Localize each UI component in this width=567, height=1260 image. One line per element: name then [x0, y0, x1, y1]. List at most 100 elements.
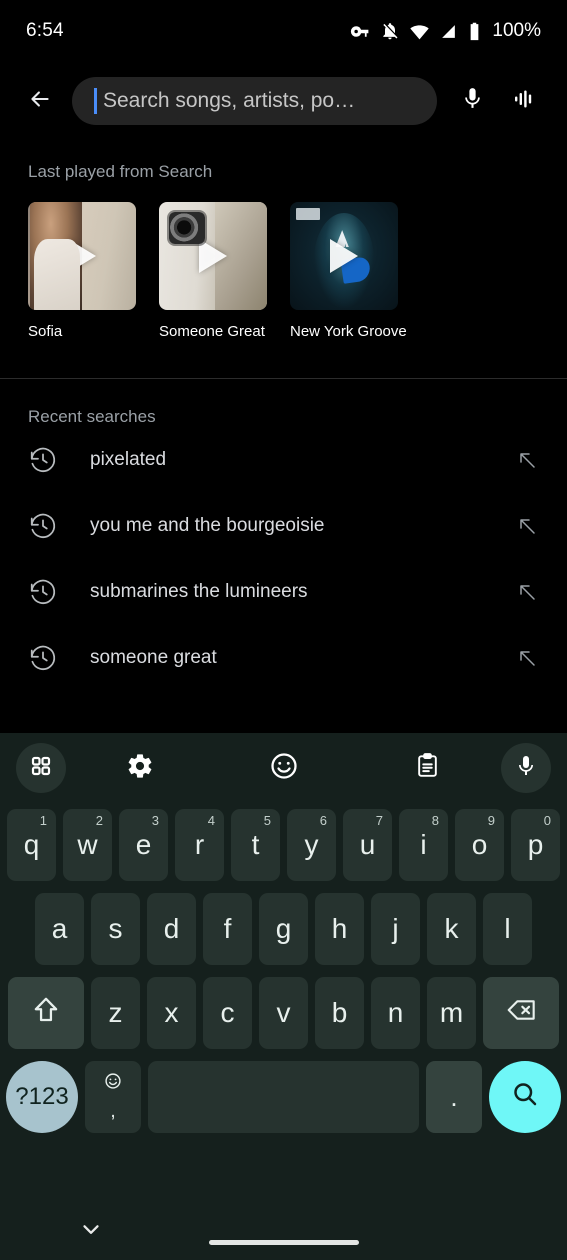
arrow-up-left-icon[interactable] [515, 646, 539, 670]
thumbnail-art[interactable] [28, 202, 136, 310]
sound-waveform-icon [512, 87, 536, 116]
key-j[interactable]: j [371, 893, 420, 965]
period-key[interactable]: . [426, 1061, 482, 1133]
keyboard-emoji-button[interactable] [212, 751, 356, 786]
chevron-down-icon[interactable] [78, 1216, 104, 1247]
recent-search-row[interactable]: someone great [0, 625, 567, 691]
phone-screen: 6:54 100% Search songs, artists, po… Las… [0, 0, 567, 1260]
recent-search-row[interactable]: you me and the bourgeoisie [0, 493, 567, 559]
voice-search-button[interactable] [449, 78, 495, 124]
key-h[interactable]: h [315, 893, 364, 965]
key-label: o [471, 829, 488, 860]
back-arrow-icon [27, 86, 53, 117]
last-played-card[interactable]: Sofia [28, 202, 136, 340]
keyboard-settings-button[interactable] [68, 752, 212, 785]
space-key[interactable] [148, 1061, 419, 1133]
play-icon [199, 239, 227, 273]
key-label: k [444, 913, 459, 944]
key-u[interactable]: 7u [343, 809, 392, 881]
key-sup: 6 [319, 813, 327, 828]
key-p[interactable]: 0p [511, 809, 560, 881]
history-clock-icon [28, 577, 66, 607]
key-label: g [275, 913, 292, 944]
key-a[interactable]: a [35, 893, 84, 965]
settings-gear-icon [126, 752, 154, 785]
search-input[interactable]: Search songs, artists, po… [72, 77, 437, 125]
backspace-delete-icon [505, 994, 537, 1033]
keyboard-clipboard-button[interactable] [355, 752, 499, 784]
symbols-key[interactable]: ?123 [6, 1061, 78, 1133]
key-sup: 0 [543, 813, 551, 828]
key-b[interactable]: b [315, 977, 364, 1049]
key-label: z [108, 997, 123, 1028]
key-sup: 4 [207, 813, 215, 828]
microphone-icon [460, 86, 485, 116]
clipboard-icon [414, 752, 441, 784]
last-played-card[interactable]: New York Groove [290, 202, 407, 340]
key-label: e [135, 829, 152, 860]
symbols-key-label: ?123 [15, 1083, 69, 1110]
key-label: f [223, 913, 232, 944]
thumbnail-art[interactable] [159, 202, 267, 310]
recent-search-row[interactable]: submarines the lumineers [0, 559, 567, 625]
navigation-bar [0, 1194, 567, 1260]
key-i[interactable]: 8i [399, 809, 448, 881]
key-sup: 3 [151, 813, 159, 828]
search-header: Search songs, artists, po… [0, 62, 567, 140]
key-label: y [304, 829, 319, 860]
key-c[interactable]: c [203, 977, 252, 1049]
search-enter-key[interactable] [489, 1061, 561, 1133]
last-played-card[interactable]: Someone Great [159, 202, 267, 340]
text-caret [94, 88, 97, 114]
key-label: h [331, 913, 348, 944]
recent-search-label: pixelated [90, 449, 167, 470]
recent-search-row[interactable]: pixelated [0, 427, 567, 493]
vpn-key-icon [350, 21, 371, 42]
key-k[interactable]: k [427, 893, 476, 965]
battery-percentage: 100% [492, 20, 541, 41]
key-label: t [251, 829, 260, 860]
key-v[interactable]: v [259, 977, 308, 1049]
key-q[interactable]: 1q [7, 809, 56, 881]
keyboard-apps-button[interactable] [14, 743, 68, 793]
key-e[interactable]: 3e [119, 809, 168, 881]
last-played-list: Sofia Someone Great New York Groove [0, 182, 567, 340]
keyboard-toolbar [0, 733, 567, 803]
thumbnail-art[interactable] [290, 202, 398, 310]
arrow-up-left-icon[interactable] [515, 448, 539, 472]
key-l[interactable]: l [483, 893, 532, 965]
cellular-signal-icon [439, 22, 458, 41]
key-label: v [276, 997, 291, 1028]
key-label: a [51, 913, 68, 944]
key-m[interactable]: m [427, 977, 476, 1049]
key-r[interactable]: 4r [175, 809, 224, 881]
key-label: b [331, 997, 348, 1028]
comma-key-label: , [110, 1100, 116, 1122]
key-n[interactable]: n [371, 977, 420, 1049]
arrow-up-left-icon[interactable] [515, 580, 539, 604]
key-f[interactable]: f [203, 893, 252, 965]
key-o[interactable]: 9o [455, 809, 504, 881]
key-s[interactable]: s [91, 893, 140, 965]
keyboard-row-3: z x c v b n m [0, 977, 567, 1049]
key-label: x [164, 997, 179, 1028]
home-gesture-bar[interactable] [208, 1240, 359, 1245]
backspace-key[interactable] [483, 977, 559, 1049]
status-icons: 100% [350, 20, 541, 42]
sound-search-button[interactable] [501, 78, 547, 124]
keyboard-voice-button[interactable] [499, 743, 553, 793]
wifi-icon [409, 21, 430, 42]
key-g[interactable]: g [259, 893, 308, 965]
key-t[interactable]: 5t [231, 809, 280, 881]
key-w[interactable]: 2w [63, 809, 112, 881]
key-label: c [220, 997, 235, 1028]
comma-key[interactable]: , [85, 1061, 141, 1133]
key-y[interactable]: 6y [287, 809, 336, 881]
arrow-up-left-icon[interactable] [515, 514, 539, 538]
key-z[interactable]: z [91, 977, 140, 1049]
back-button[interactable] [18, 79, 62, 123]
key-x[interactable]: x [147, 977, 196, 1049]
card-title: New York Groove [290, 323, 407, 340]
shift-key[interactable] [8, 977, 84, 1049]
key-d[interactable]: d [147, 893, 196, 965]
